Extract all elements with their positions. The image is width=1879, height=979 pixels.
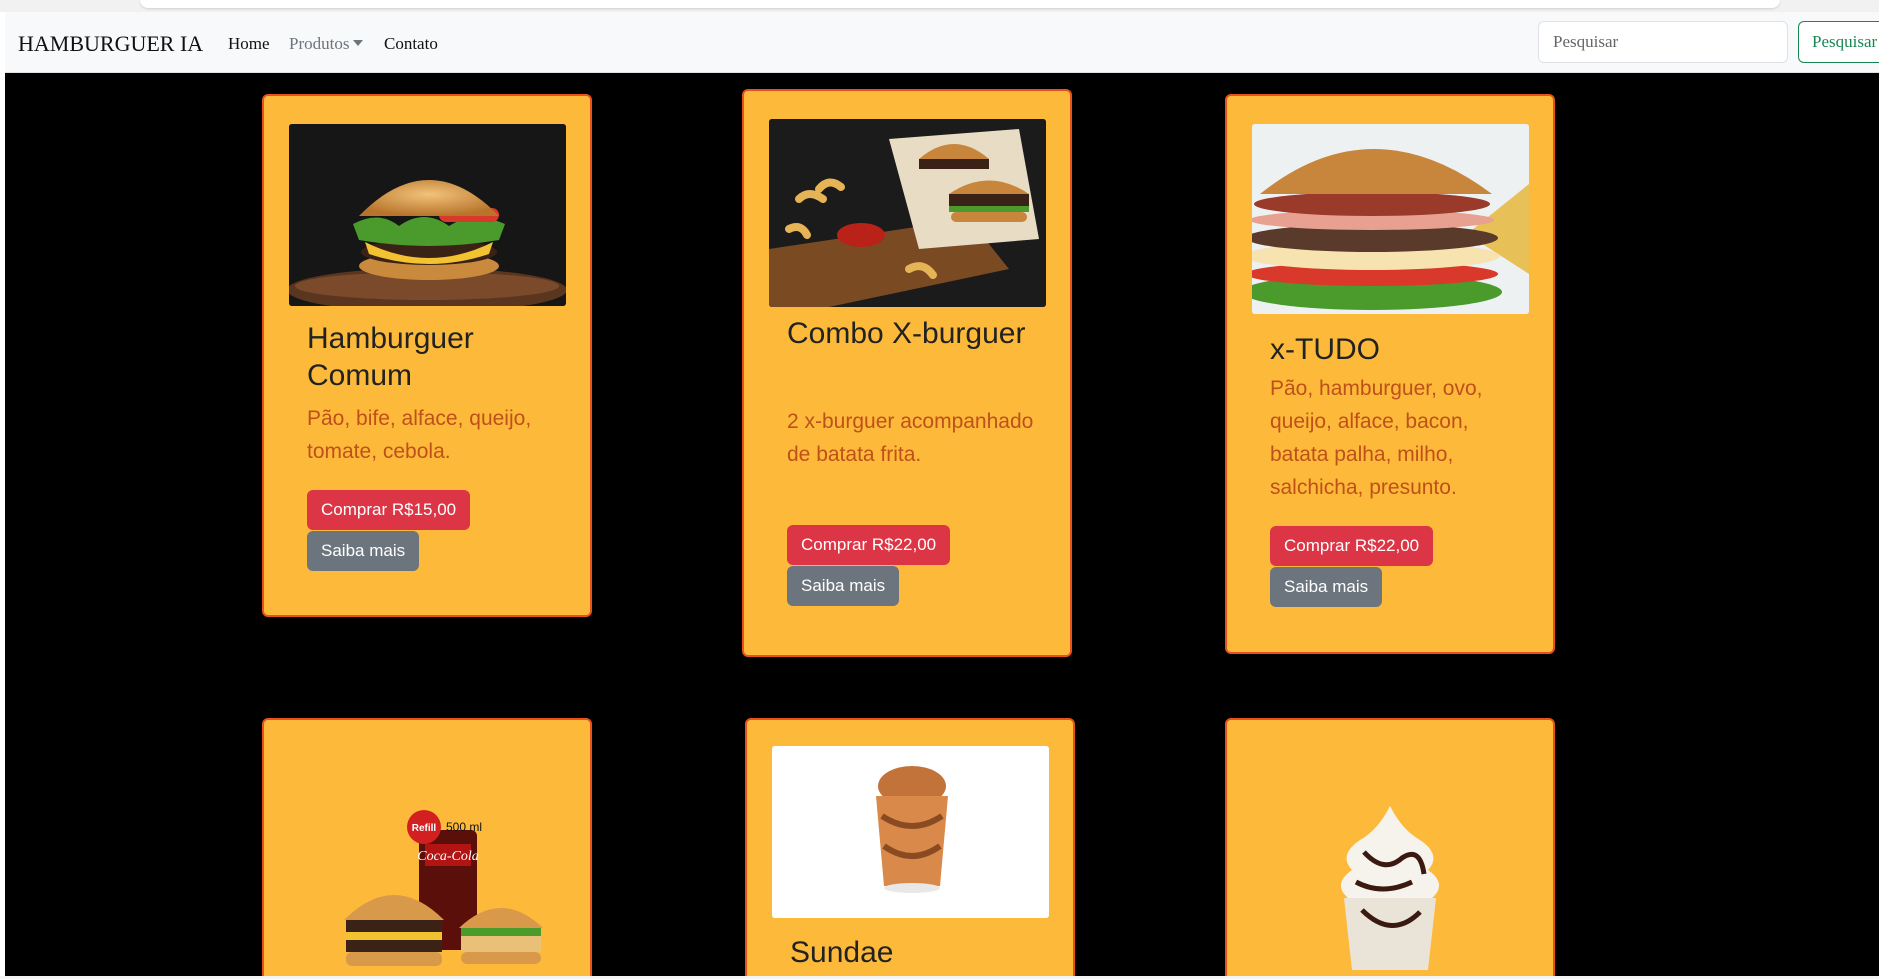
product-grid: Hamburguer Comum Pão, bife, alface, quei… xyxy=(5,73,1879,976)
product-card xyxy=(1225,718,1555,976)
image-badge-text: Refill xyxy=(412,823,437,834)
image-size-text: 500 ml xyxy=(446,820,482,834)
image-brand-text: Coca-Cola xyxy=(417,849,478,864)
product-image-icecream xyxy=(1252,800,1529,976)
browser-top-strip xyxy=(0,0,1879,12)
more-info-button[interactable]: Saiba mais xyxy=(307,531,420,571)
product-title: Sundae xyxy=(790,936,894,969)
navbar-brand[interactable]: HAMBURGUER IA xyxy=(18,31,203,57)
search-button[interactable]: Pesquisar xyxy=(1798,21,1879,63)
more-info-button[interactable]: Saiba mais xyxy=(1270,567,1383,607)
product-description: Pão, hamburguer, ovo, queijo, alface, ba… xyxy=(1270,377,1483,499)
product-title: Combo X-burguer xyxy=(787,317,1026,350)
product-image-combo-refill: Coca-Cola Refill 500 ml xyxy=(289,810,566,976)
product-card: Combo X-burguer 2 x-burguer acompanhado … xyxy=(742,89,1072,657)
nav-dropdown-produtos[interactable]: Produtos xyxy=(289,34,364,54)
product-card: Sundae xyxy=(745,718,1075,976)
more-info-button[interactable]: Saiba mais xyxy=(787,566,900,606)
buy-button[interactable]: Comprar R$22,00 xyxy=(1270,526,1434,566)
navbar: HAMBURGUER IA Home Produtos Contato Pesq… xyxy=(5,12,1879,73)
nav-dropdown-produtos-label: Produtos xyxy=(289,34,350,53)
product-description: Pão, bife, alface, queijo, tomate, cebol… xyxy=(307,407,532,463)
search-input[interactable] xyxy=(1538,21,1788,63)
browser-address-area xyxy=(140,0,1780,8)
product-description: 2 x-burguer acompanhado de batata frita. xyxy=(787,410,1034,466)
buy-button[interactable]: Comprar R$22,00 xyxy=(787,525,951,565)
product-card: Coca-Cola Refill 500 ml xyxy=(262,718,592,976)
product-image-xtudo xyxy=(1252,124,1529,314)
chevron-down-icon xyxy=(353,40,364,46)
product-card: x-TUDO Pão, hamburguer, ovo, queijo, alf… xyxy=(1225,94,1555,654)
nav-link-home[interactable]: Home xyxy=(228,34,270,54)
product-image-hamburguer xyxy=(289,124,566,306)
product-card: Hamburguer Comum Pão, bife, alface, quei… xyxy=(262,94,592,617)
buy-button[interactable]: Comprar R$15,00 xyxy=(307,490,471,530)
nav-link-contato[interactable]: Contato xyxy=(384,34,438,54)
product-title: Hamburguer Comum xyxy=(307,322,474,392)
product-image-combo xyxy=(769,119,1046,307)
product-image-sundae xyxy=(772,746,1049,918)
product-title: x-TUDO xyxy=(1270,333,1380,366)
